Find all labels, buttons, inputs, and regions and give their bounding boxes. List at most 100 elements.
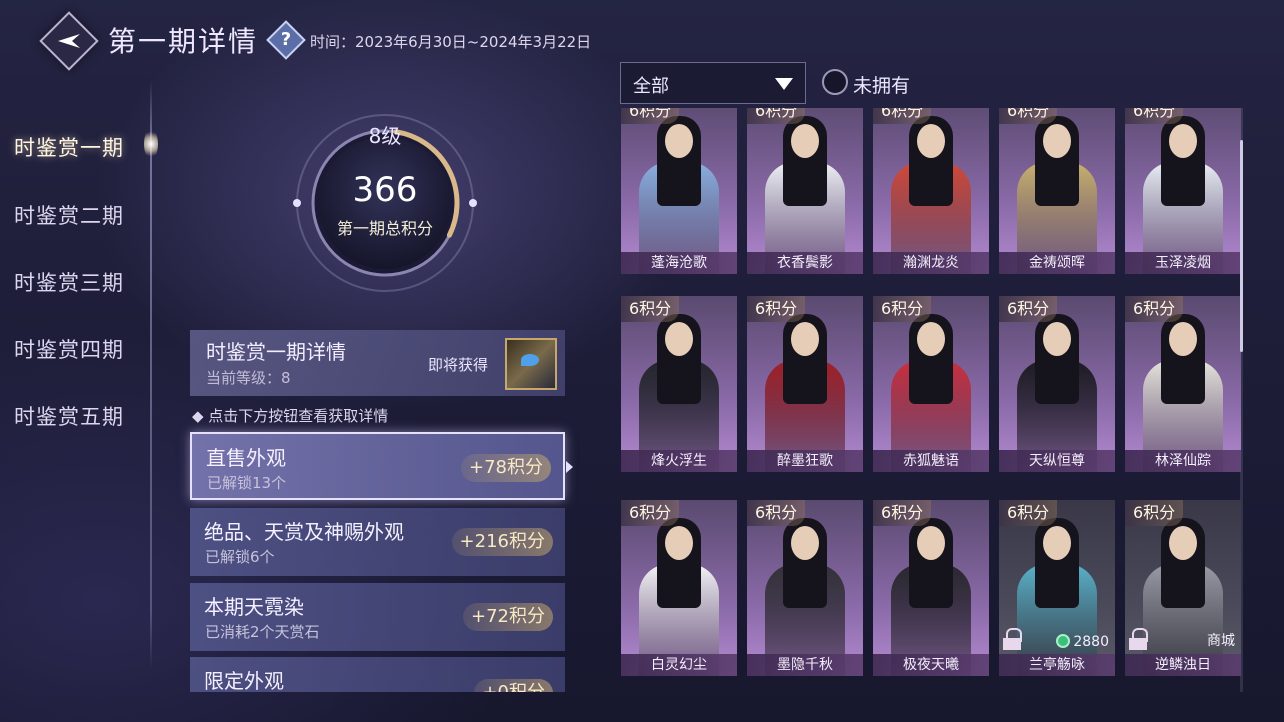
sidebar-item-period-3[interactable]: 时鉴赏三期 (14, 267, 124, 297)
outfit-name: 蓬海沧歌 (621, 252, 737, 274)
sidebar: 时鉴赏一期 时鉴赏二期 时鉴赏三期 时鉴赏四期 时鉴赏五期 (0, 110, 160, 450)
total-score-label: 第一期总积分 (336, 219, 433, 238)
outfit-card[interactable]: 6积分白灵幻尘 (621, 500, 737, 676)
current-level-text: 当前等级：8 (206, 369, 291, 387)
outfit-head (1043, 526, 1071, 560)
outfit-shop: 商城 (1207, 633, 1235, 649)
back-button[interactable] (39, 11, 99, 71)
category-points: +216积分 (451, 528, 553, 556)
outfit-card[interactable]: 6积分极夜天曦 (873, 500, 989, 676)
outfit-head (791, 124, 819, 158)
period-text: 时间：2023年6月30日~2024年3月22日 (310, 33, 592, 51)
upcoming-reward-thumbnail[interactable] (505, 338, 557, 390)
outfit-name: 林泽仙踪 (1125, 450, 1241, 472)
outfit-head (1169, 124, 1197, 158)
sidebar-item-period-4[interactable]: 时鉴赏四期 (14, 334, 124, 364)
sidebar-item-period-1[interactable]: 时鉴赏一期 (14, 132, 124, 162)
outfit-card[interactable]: 6积分墨隐千秋 (747, 500, 863, 676)
outfit-points: 6积分 (873, 296, 932, 322)
outfit-head (665, 322, 693, 356)
outfit-head (665, 124, 693, 158)
outfit-name: 醉墨狂歌 (747, 450, 863, 472)
jade-coin-icon (1056, 634, 1071, 648)
outfit-head (791, 322, 819, 356)
category-dye[interactable]: 本期天霓染 已消耗2个天赏石 +72积分 (190, 583, 565, 651)
selected-arrow-icon (566, 461, 573, 473)
sidebar-item-period-5[interactable]: 时鉴赏五期 (14, 401, 124, 431)
outfit-head (917, 322, 945, 356)
category-name: 绝品、天赏及神赐外观 (204, 520, 404, 544)
outfit-name: 逆鳞浊日 (1125, 654, 1241, 676)
outfit-card[interactable]: 6积分 蓬海沧歌 (621, 108, 737, 274)
outfit-points: 6积分 (1125, 500, 1184, 526)
outfit-card[interactable]: 6积分瀚渊龙炎 (873, 108, 989, 274)
outfit-head (1169, 526, 1197, 560)
details-title: 时鉴赏一期详情 (206, 340, 346, 364)
outfit-points: 6积分 (873, 500, 932, 526)
outfit-card[interactable]: 6积分 林泽仙踪 (1125, 296, 1241, 472)
lock-icon (1003, 628, 1022, 650)
page-title: 第一期详情 (108, 25, 259, 58)
outfit-points: 6积分 (873, 108, 932, 124)
outfit-card[interactable]: 6积分商城逆鳞浊日 (1125, 500, 1241, 676)
outfit-card[interactable]: 6积分赤狐魅语 (873, 296, 989, 472)
outfit-price: 2880 (1056, 634, 1109, 650)
level-label: 8级 (368, 124, 402, 148)
help-icon-glyph: ? (280, 29, 292, 50)
outfit-name: 衣香鬓影 (747, 252, 863, 274)
outfit-name: 兰亭觞咏 (999, 654, 1115, 676)
outfit-card[interactable]: 6积分金祷颂晖 (999, 108, 1115, 274)
filter-dropdown[interactable]: 全部 (620, 62, 806, 104)
hint-text: ◆ 点击下方按钮查看获取详情 (192, 407, 389, 425)
outfit-name: 金祷颂晖 (999, 252, 1115, 274)
outfit-name: 极夜天曦 (873, 654, 989, 676)
outfit-head (917, 526, 945, 560)
scrollbar-thumb[interactable] (1240, 140, 1243, 352)
total-score-value: 366 (352, 170, 418, 210)
outfit-points: 6积分 (621, 296, 680, 322)
outfit-head (1043, 124, 1071, 158)
outfit-card[interactable]: 6积分天纵恒尊 (999, 296, 1115, 472)
outfit-name: 墨隐千秋 (747, 654, 863, 676)
category-name: 本期天霓染 (204, 595, 304, 619)
caret-down-icon (775, 78, 793, 90)
category-sub: 已解锁13个 (207, 474, 287, 492)
sidebar-item-period-2[interactable]: 时鉴赏二期 (14, 200, 124, 230)
outfit-head (1043, 322, 1071, 356)
outfit-points: 6积分 (747, 500, 806, 526)
category-name: 直售外观 (206, 446, 286, 470)
category-name: 限定外观 (204, 669, 284, 692)
category-premium[interactable]: 绝品、天赏及神赐外观 已解锁6个 +216积分 (190, 508, 565, 576)
outfit-head (917, 124, 945, 158)
outfit-points: 6积分 (621, 500, 680, 526)
outfit-card[interactable]: 6积分衣香鬓影 (747, 108, 863, 274)
outfit-head (1169, 322, 1197, 356)
outfit-card[interactable]: 6积分 2880 兰亭觞咏 (999, 500, 1115, 676)
outfit-head (665, 526, 693, 560)
outfit-name: 瀚渊龙炎 (873, 252, 989, 274)
unowned-label: 未拥有 (853, 75, 911, 97)
outfit-points: 6积分 (999, 108, 1058, 124)
filter-selected-value: 全部 (633, 76, 669, 97)
outfit-points: 6积分 (747, 296, 806, 322)
unowned-toggle[interactable] (822, 69, 848, 95)
outfit-card[interactable]: 6积分烽火浮生 (621, 296, 737, 472)
back-arrow-icon (58, 34, 80, 48)
outfit-price-value: 2880 (1073, 634, 1109, 650)
outfit-name: 白灵幻尘 (621, 654, 737, 676)
outfit-card[interactable]: 6积分醉墨狂歌 (747, 296, 863, 472)
outfit-points: 6积分 (747, 108, 806, 124)
category-points: +0积分 (474, 679, 553, 692)
outfit-name: 烽火浮生 (621, 450, 737, 472)
outfit-points: 6积分 (999, 296, 1058, 322)
outfit-card[interactable]: 6积分 玉泽凌烟 (1125, 108, 1241, 274)
outfit-name: 玉泽凌烟 (1125, 252, 1241, 274)
category-limited[interactable]: 限定外观 +0积分 (190, 657, 565, 692)
category-direct-sale[interactable]: 直售外观 已解锁13个 +78积分 (190, 432, 565, 500)
outfit-head (791, 526, 819, 560)
category-sub: 已消耗2个天赏石 (205, 623, 320, 641)
help-icon[interactable]: ? (266, 20, 306, 60)
outfit-name: 赤狐魅语 (873, 450, 989, 472)
outfit-name: 天纵恒尊 (999, 450, 1115, 472)
category-points: +72积分 (463, 603, 553, 631)
